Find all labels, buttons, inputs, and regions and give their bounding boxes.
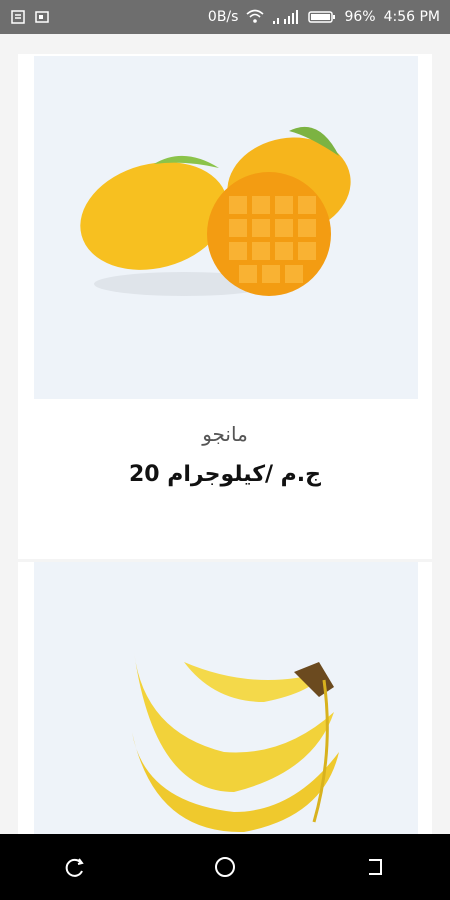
navigation-bar [0, 834, 450, 900]
product-list[interactable]: مانجو 20 ج.م /كيلوجرام [0, 34, 450, 834]
status-bar: 0B/s 96% 4:56 PM [0, 0, 450, 34]
battery-icon [308, 10, 336, 24]
notification-icon [10, 9, 26, 25]
product-name: مانجو [202, 422, 248, 446]
network-speed: 0B/s [207, 9, 239, 25]
product-card[interactable]: مانجو 20 ج.م /كيلوجرام [18, 54, 432, 559]
battery-level: 96% [344, 9, 376, 25]
product-price: 20 ج.م /كيلوجرام [128, 462, 322, 487]
product-card[interactable] [18, 562, 432, 834]
back-icon[interactable] [355, 847, 395, 887]
home-icon[interactable] [205, 847, 245, 887]
banana-image [34, 562, 418, 834]
recent-apps-icon[interactable] [55, 847, 95, 887]
cast-icon [34, 9, 50, 25]
mango-image [34, 56, 418, 399]
clock: 4:56 PM [383, 9, 440, 25]
wifi-icon [246, 9, 264, 25]
signal-icon [272, 9, 300, 25]
